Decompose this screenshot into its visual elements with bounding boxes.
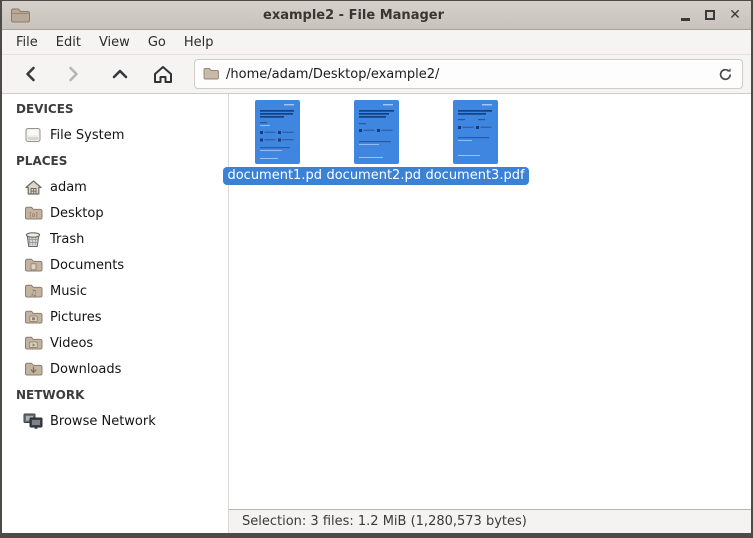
back-button[interactable] [16, 59, 46, 89]
menu-go[interactable]: Go [139, 32, 175, 53]
file-item-document2[interactable]: document2.pdf [329, 100, 423, 185]
toolbar: /home/adam/Desktop/example2/ [2, 55, 751, 94]
sidebar-item-label: Videos [50, 336, 93, 351]
close-icon: ✕ [729, 7, 741, 23]
file-view[interactable]: document1.pdf [229, 94, 751, 509]
titlebar[interactable]: example2 - File Manager ✕ [2, 1, 751, 30]
sidebar-item-trash[interactable]: Trash [2, 226, 228, 252]
sidebar-header-network: NETWORK [2, 382, 228, 408]
up-button[interactable] [105, 59, 135, 89]
sidebar-item-adam[interactable]: adam [2, 174, 228, 200]
drive-icon [23, 126, 43, 144]
sidebar-item-downloads[interactable]: Downloads [2, 356, 228, 382]
sidebar-item-label: Trash [50, 232, 84, 247]
sidebar-item-pictures[interactable]: Pictures [2, 304, 228, 330]
videos-folder-icon [23, 334, 43, 352]
sidebar-header-places: PLACES [2, 148, 228, 174]
maximize-icon [705, 10, 715, 20]
sidebar-item-documents[interactable]: Documents [2, 252, 228, 278]
back-icon [22, 65, 40, 83]
statusbar: Selection: 3 files: 1.2 MiB (1,280,573 b… [229, 509, 751, 533]
path-folder-icon [203, 67, 219, 81]
path-text: /home/adam/Desktop/example2/ [226, 67, 717, 82]
minimize-icon [681, 18, 690, 21]
selection-status-text: Selection: 3 files: 1.2 MiB (1,280,573 b… [242, 514, 527, 529]
music-folder-icon: ♫ [23, 282, 43, 300]
svg-text:♫: ♫ [29, 289, 36, 298]
close-button[interactable]: ✕ [727, 7, 743, 23]
window-controls: ✕ [677, 7, 743, 23]
pdf-thumbnail-icon [453, 100, 498, 164]
reload-icon[interactable] [717, 66, 734, 83]
content-area: DEVICES File System PLACES [2, 94, 751, 533]
menu-view[interactable]: View [90, 32, 139, 53]
sidebar-item-label: Desktop [50, 206, 104, 221]
sidebar-item-music[interactable]: ♫ Music [2, 278, 228, 304]
forward-icon [64, 65, 82, 83]
pictures-folder-icon [23, 308, 43, 326]
window-frame: example2 - File Manager ✕ File Edit View… [0, 0, 753, 538]
file-item-document3[interactable]: document3.pdf [428, 100, 522, 185]
up-icon [110, 65, 130, 83]
downloads-folder-icon [23, 360, 43, 378]
sidebar-item-label: Downloads [50, 362, 121, 377]
menubar: File Edit View Go Help [2, 30, 751, 55]
forward-button[interactable] [58, 59, 88, 89]
desktop-folder-icon: [o] [23, 204, 43, 222]
sidebar-item-label: Music [50, 284, 87, 299]
trash-icon [23, 230, 43, 248]
menu-help[interactable]: Help [175, 32, 223, 53]
sidebar-item-label: File System [50, 128, 124, 143]
sidebar-item-label: Browse Network [50, 414, 156, 429]
folder-app-icon [10, 7, 30, 24]
sidebar-item-videos[interactable]: Videos [2, 330, 228, 356]
menu-file[interactable]: File [7, 32, 47, 53]
home-button[interactable] [148, 59, 178, 89]
menu-edit[interactable]: Edit [47, 32, 90, 53]
home-folder-icon [23, 178, 43, 196]
file-label: document2.pdf [322, 167, 429, 185]
maximize-button[interactable] [702, 7, 718, 23]
sidebar-item-label: Pictures [50, 310, 101, 325]
sidebar-item-file-system[interactable]: File System [2, 122, 228, 148]
sidebar-header-devices: DEVICES [2, 96, 228, 122]
file-item-document1[interactable]: document1.pdf [230, 100, 324, 185]
pdf-thumbnail-icon [354, 100, 399, 164]
network-icon [23, 412, 43, 430]
pathbar[interactable]: /home/adam/Desktop/example2/ [194, 59, 743, 89]
documents-folder-icon [23, 256, 43, 274]
sidebar: DEVICES File System PLACES [2, 94, 229, 533]
home-icon [151, 63, 175, 85]
minimize-button[interactable] [677, 7, 693, 23]
main-panel: document1.pdf [229, 94, 751, 533]
sidebar-item-label: adam [50, 180, 87, 195]
file-label: document1.pdf [223, 167, 330, 185]
sidebar-item-desktop[interactable]: [o] Desktop [2, 200, 228, 226]
file-manager-window: example2 - File Manager ✕ File Edit View… [2, 1, 751, 533]
sidebar-item-label: Documents [50, 258, 124, 273]
file-label: document3.pdf [421, 167, 528, 185]
sidebar-item-browse-network[interactable]: Browse Network [2, 408, 228, 434]
window-title: example2 - File Manager [30, 8, 677, 23]
pdf-thumbnail-icon [255, 100, 300, 164]
svg-text:[o]: [o] [29, 212, 37, 219]
